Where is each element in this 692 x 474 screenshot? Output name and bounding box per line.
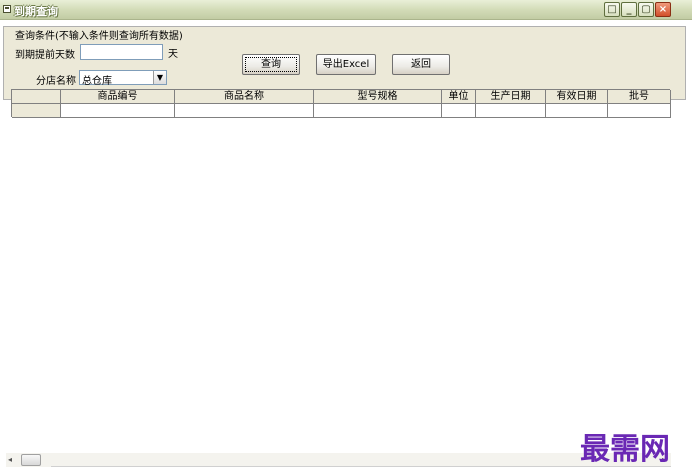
cell-production-date[interactable]: [476, 104, 546, 118]
chevron-down-icon[interactable]: ▼: [153, 71, 166, 84]
column-header-expiry-date[interactable]: 有效日期: [546, 90, 608, 104]
maximize-button[interactable]: ▢: [638, 2, 654, 17]
cell-expiry-date[interactable]: [546, 104, 608, 118]
watermark-logo: 最需网: [580, 432, 670, 467]
back-button[interactable]: 返回: [392, 54, 450, 75]
cell-name[interactable]: [175, 104, 314, 118]
column-header-production-date[interactable]: 生产日期: [476, 90, 546, 104]
store-select[interactable]: 总仓库 ▼: [79, 70, 167, 87]
window-title: 到期查询: [14, 5, 58, 18]
group-title: 查询条件(不输入条件则查询所有数据): [13, 27, 185, 42]
results-grid[interactable]: 商品编号 商品名称 型号规格 单位 生产日期 有效日期 批号: [11, 89, 671, 118]
column-header-batch[interactable]: 批号: [608, 90, 671, 104]
cell-code[interactable]: [61, 104, 175, 118]
column-header-spec[interactable]: 型号规格: [314, 90, 442, 104]
restore-icon: □: [607, 4, 617, 15]
cell-batch[interactable]: [608, 104, 671, 118]
days-unit-label: 天: [168, 49, 178, 60]
row-indicator-header: [12, 90, 61, 104]
minimize-icon: _: [626, 4, 632, 15]
export-excel-button[interactable]: 导出Excel: [316, 54, 376, 75]
column-header-name[interactable]: 商品名称: [175, 90, 314, 104]
column-header-code[interactable]: 商品编号: [61, 90, 175, 104]
days-label: 到期提前天数: [15, 50, 75, 61]
scroll-track[interactable]: [51, 466, 671, 467]
query-button[interactable]: 查询: [242, 54, 300, 75]
store-select-value: 总仓库: [82, 76, 112, 87]
minimize-button[interactable]: _: [621, 2, 637, 17]
back-button-label: 返回: [411, 59, 431, 70]
title-bar[interactable]: 到期查询 □ _ ▢ ×: [0, 0, 692, 20]
window-icon: [3, 5, 11, 13]
maximize-icon: ▢: [641, 4, 651, 15]
cell-unit[interactable]: [442, 104, 476, 118]
query-button-label: 查询: [261, 59, 281, 70]
content-area: 查询条件(不输入条件则查询所有数据) 到期提前天数 天 分店名称 总仓库 ▼ 查…: [0, 20, 692, 474]
close-icon: ×: [658, 4, 668, 15]
column-header-unit[interactable]: 单位: [442, 90, 476, 104]
export-button-label: 导出Excel: [322, 59, 370, 70]
days-input[interactable]: [80, 44, 163, 60]
scroll-left-icon[interactable]: ◂: [8, 455, 12, 464]
row-indicator[interactable]: [12, 104, 61, 118]
close-button[interactable]: ×: [655, 2, 671, 17]
restore-button[interactable]: □: [604, 2, 620, 17]
expiry-query-window: 到期查询 □ _ ▢ × 查询条件(不输入条件则查询所有数据) 到期提前天数 天…: [0, 0, 692, 474]
scroll-thumb[interactable]: [21, 454, 41, 466]
cell-spec[interactable]: [314, 104, 442, 118]
store-label: 分店名称: [36, 76, 76, 87]
horizontal-scrollbar[interactable]: ◂ ▸: [6, 453, 671, 467]
